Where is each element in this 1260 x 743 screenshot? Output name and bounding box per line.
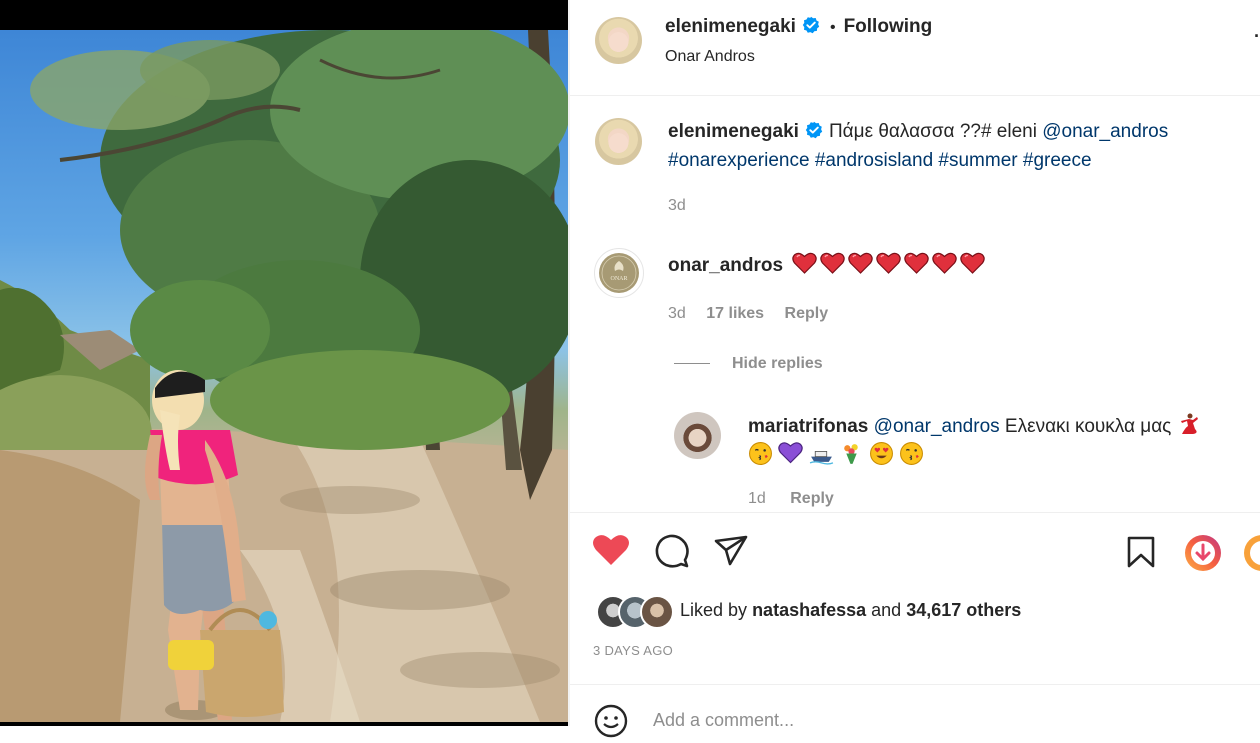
comment-text: onar_andros <box>668 252 988 279</box>
verified-badge-icon <box>805 120 823 147</box>
comments-list: elenimenegaki Πάμε θαλασσα ??# eleni @ona… <box>570 96 1260 511</box>
bookmark-icon <box>1127 536 1155 568</box>
caption-mention-link[interactable]: @onar_andros <box>1042 121 1168 142</box>
emoji-extension-icon <box>1244 535 1260 571</box>
caption-body: Πάμε θαλασσα ??# eleni <box>828 121 1037 142</box>
hide-replies-line <box>674 363 710 365</box>
comment-reply-button[interactable]: Reply <box>785 305 829 322</box>
photo-scene <box>0 30 568 722</box>
liked-by-avatars[interactable] <box>596 595 676 629</box>
verified-badge-icon <box>802 16 820 39</box>
caption-text: elenimenegaki Πάμε θαλασσα ??# eleni @ona… <box>668 118 1248 174</box>
purple-heart-icon <box>778 442 804 464</box>
kissing-face-icon <box>749 442 772 465</box>
comment-age[interactable]: 3d <box>668 305 686 322</box>
post-header: elenimenegaki • Following Onar Andros · <box>570 0 1260 96</box>
photo-illustration <box>0 30 568 722</box>
liker-avatar <box>640 595 674 629</box>
post-date[interactable]: 3 DAYS AGO <box>593 643 673 658</box>
hide-replies-label: Hide replies <box>732 355 823 372</box>
reply-author-username[interactable]: mariatrifonas <box>748 416 868 437</box>
download-circle-icon <box>1185 535 1221 571</box>
red-heart-icon <box>792 252 818 274</box>
author-username[interactable]: elenimenegaki <box>665 16 796 37</box>
reply-meta: 1d Reply <box>748 490 834 508</box>
comment-button[interactable] <box>654 533 690 574</box>
red-heart-icon <box>932 252 958 274</box>
smiley-icon <box>594 704 628 738</box>
liked-by-user-link[interactable]: natashafessa <box>752 600 866 620</box>
hashtag-link[interactable]: #onarexperience <box>668 150 810 171</box>
kissing-face-icon <box>900 442 924 465</box>
hashtag-link[interactable]: #summer <box>938 150 1017 171</box>
comment-meta: 3d 17 likes Reply <box>668 305 828 323</box>
extension-icon-partial[interactable] <box>1242 533 1260 573</box>
red-heart-icon <box>876 252 902 274</box>
add-comment-input[interactable]: Add a comment... <box>653 710 794 731</box>
liked-by-others-link[interactable]: 34,617 others <box>906 600 1021 620</box>
liked-by-label: Liked by <box>680 600 748 620</box>
red-heart-icon <box>960 252 986 274</box>
reply-age[interactable]: 1d <box>748 490 766 507</box>
liked-by-and: and <box>871 600 902 620</box>
more-options-icon[interactable]: · <box>1254 26 1260 47</box>
reply-text: mariatrifonas @onar_andros Ελενακι κουκλ… <box>748 412 1248 469</box>
post-panel: elenimenegaki • Following Onar Andros · el… <box>570 0 1260 738</box>
heart-filled-icon <box>593 535 629 565</box>
paper-plane-icon <box>714 535 748 566</box>
hide-replies-toggle[interactable]: Hide replies <box>674 355 823 373</box>
download-extension-button[interactable] <box>1183 533 1223 578</box>
comment-bubble-icon <box>655 534 689 568</box>
dancer-emoji-icon <box>1180 413 1198 434</box>
onar-logo-icon: ONAR <box>599 253 639 293</box>
comment-hearts <box>792 252 988 276</box>
post-photo[interactable] <box>0 0 568 726</box>
heart-eyes-face-icon <box>870 442 894 465</box>
caption-age[interactable]: 3d <box>668 197 686 215</box>
reply-author-avatar[interactable] <box>674 412 721 459</box>
reply-emojis <box>748 442 924 466</box>
hashtag-link[interactable]: #greece <box>1023 150 1092 171</box>
author-avatar[interactable] <box>595 17 642 64</box>
boat-emoji-icon <box>809 451 833 465</box>
share-button[interactable] <box>713 533 749 574</box>
following-button[interactable]: Following <box>844 16 933 37</box>
separator-dot: • <box>829 19 836 36</box>
svg-text:ONAR: ONAR <box>610 276 627 282</box>
commenter-avatar[interactable]: ONAR <box>594 248 644 298</box>
add-comment-divider <box>570 684 1260 685</box>
comment-likes[interactable]: 17 likes <box>706 305 764 322</box>
hashtag-link[interactable]: #androsisland <box>815 150 933 171</box>
red-heart-icon <box>904 252 930 274</box>
red-heart-icon <box>848 252 874 274</box>
reply-mention-link[interactable]: @onar_andros <box>874 416 1000 437</box>
post-location[interactable]: Onar Andros <box>665 48 755 66</box>
emoji-picker-button[interactable] <box>594 704 628 743</box>
red-heart-icon <box>820 252 846 274</box>
caption-author-username[interactable]: elenimenegaki <box>668 121 799 142</box>
comment-author-username[interactable]: onar_andros <box>668 255 783 276</box>
post-actions: Liked by natashafessa and 34,617 others … <box>570 512 1260 727</box>
liked-by-text: Liked by natashafessa and 34,617 others <box>680 600 1021 621</box>
bouquet-emoji-icon <box>844 444 858 464</box>
like-button[interactable] <box>592 533 630 572</box>
reply-reply-button[interactable]: Reply <box>790 490 834 507</box>
caption-author-avatar[interactable] <box>595 118 642 165</box>
save-button[interactable] <box>1125 535 1157 574</box>
reply-body: Ελενακι κουκλα μας <box>1004 416 1172 437</box>
